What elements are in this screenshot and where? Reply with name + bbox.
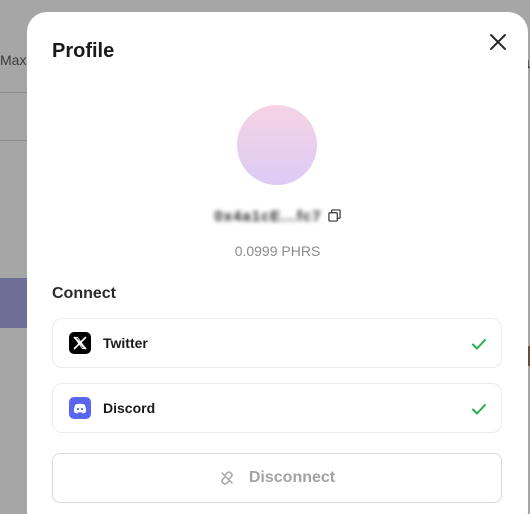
profile-modal: Profile 0x4a1cE...fc7 0.0999 PHRS Connec… — [27, 12, 528, 514]
modal-title: Profile — [52, 40, 115, 62]
disconnect-button[interactable]: Disconnect — [52, 453, 502, 503]
background-text: Max — [0, 52, 27, 68]
unlink-icon — [221, 471, 233, 485]
twitter-label: Twitter — [103, 335, 148, 351]
discord-label: Discord — [103, 400, 156, 416]
connect-section-label: Connect — [52, 285, 116, 302]
check-icon — [472, 339, 486, 350]
twitter-connection[interactable]: Twitter — [52, 318, 502, 368]
background-divider — [0, 92, 28, 93]
disconnect-label: Disconnect — [248, 469, 336, 486]
copy-icon[interactable] — [327, 209, 341, 222]
discord-connection[interactable]: Discord — [52, 383, 502, 433]
x-twitter-icon — [69, 332, 91, 354]
wallet-balance: 0.0999 PHRS — [234, 243, 321, 259]
wallet-address: 0x4a1cE...fc7 — [214, 208, 322, 225]
discord-icon — [69, 397, 91, 419]
check-icon — [472, 404, 486, 415]
avatar — [237, 105, 317, 185]
background-divider — [0, 140, 28, 141]
wallet-address-row: 0x4a1cE...fc7 — [27, 208, 528, 225]
background-banner — [0, 278, 28, 328]
close-button[interactable] — [486, 30, 510, 54]
close-icon — [490, 34, 506, 50]
